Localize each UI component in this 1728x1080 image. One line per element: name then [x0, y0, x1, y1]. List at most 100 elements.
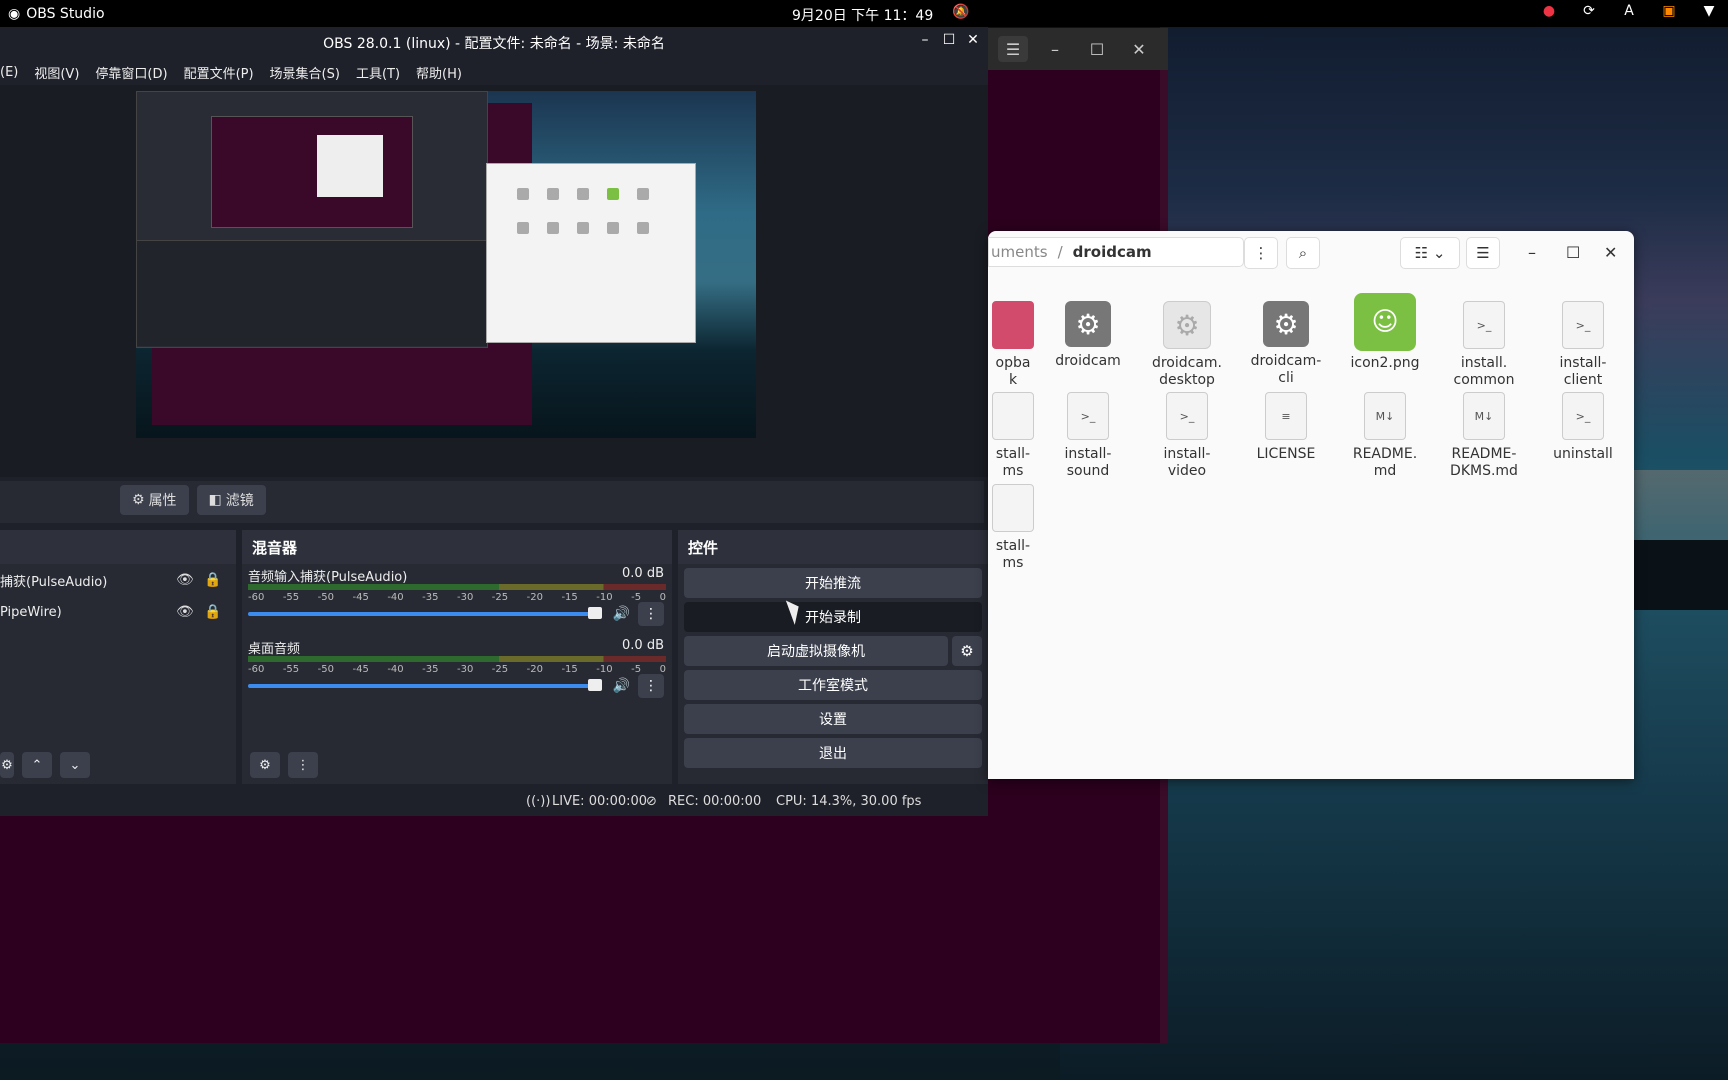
file-item[interactable]: M↓ README. md	[1340, 392, 1430, 480]
markdown-file-icon: M↓	[1463, 392, 1505, 440]
file-item[interactable]: ☺ icon2.png	[1340, 293, 1430, 372]
scene-preview[interactable]	[136, 91, 756, 438]
tick-label: -10	[596, 592, 613, 603]
advanced-audio-gear-icon[interactable]: ⚙	[250, 752, 280, 778]
close-icon[interactable]: ✕	[1124, 36, 1154, 62]
start-recording-button[interactable]: 开始录制	[684, 602, 982, 632]
settings-button[interactable]: 设置	[684, 704, 982, 734]
minimize-icon[interactable]: –	[1528, 243, 1536, 262]
menu-help[interactable]: 帮助(H)	[416, 63, 462, 82]
file-name: droidcam	[1055, 353, 1121, 369]
close-icon[interactable]: ✕	[966, 32, 980, 48]
move-down-icon[interactable]: ⌄	[60, 752, 90, 778]
minimize-icon[interactable]: –	[1040, 36, 1070, 62]
minimize-icon[interactable]: –	[918, 32, 932, 48]
file-item[interactable]: M↓ README- DKMS.md	[1439, 392, 1529, 480]
breadcrumb-parent[interactable]: uments	[991, 243, 1048, 261]
screen-icon[interactable]: ▣	[1660, 3, 1678, 19]
tick-label: -15	[561, 664, 578, 675]
script-file-icon: >_	[1067, 392, 1109, 440]
eye-icon[interactable]: 👁	[176, 572, 194, 588]
studio-mode-button[interactable]: 工作室模式	[684, 670, 982, 700]
file-name: LICENSE	[1256, 446, 1316, 462]
volume-slider[interactable]	[248, 612, 600, 616]
eye-icon[interactable]: 👁	[176, 604, 194, 620]
menu-view[interactable]: 视图(V)	[34, 63, 79, 82]
gear-icon[interactable]: ⚙	[952, 636, 982, 666]
wifi-icon[interactable]: ▼	[1700, 3, 1718, 19]
file-item[interactable]: >_ install- sound	[1043, 392, 1133, 480]
tick-label: -45	[352, 664, 369, 675]
file-item[interactable]: >_ install. common	[1439, 301, 1529, 389]
more-options-icon[interactable]: ⋮	[638, 602, 664, 626]
hamburger-menu-icon[interactable]: ☰	[998, 36, 1028, 62]
file-item[interactable]: stall- ms	[968, 484, 1058, 572]
volume-meter	[248, 584, 666, 590]
sync-icon[interactable]: ⟳	[1580, 3, 1598, 19]
file-item[interactable]: >_ install- video	[1142, 392, 1232, 480]
menu-docks[interactable]: 停靠窗口(D)	[95, 63, 167, 82]
file-name: opba k	[995, 355, 1031, 388]
active-app-menu[interactable]: ◉ OBS Studio	[8, 6, 105, 22]
source-item[interactable]: PipeWire) 👁 🔒	[0, 596, 236, 628]
close-icon[interactable]: ✕	[1604, 243, 1617, 262]
clock[interactable]: 9月20日 下午 11：49	[792, 5, 933, 25]
hamburger-menu-icon[interactable]: ☰	[1466, 237, 1500, 269]
live-icon: ((·))	[526, 794, 551, 809]
search-icon[interactable]: ⌕	[1286, 237, 1320, 269]
virtual-camera-row: 启动虚拟摄像机 ⚙	[684, 636, 982, 666]
file-item[interactable]: >_ uninstall	[1538, 392, 1628, 463]
file-name: install- sound	[1064, 446, 1112, 479]
speaker-icon[interactable]: 🔊	[613, 606, 630, 622]
speaker-icon[interactable]: 🔊	[613, 678, 630, 694]
tick-label: -55	[282, 592, 300, 603]
more-options-icon[interactable]: ⋮	[638, 674, 664, 698]
volume-slider[interactable]	[248, 684, 600, 688]
maximize-icon[interactable]: ☐	[1082, 36, 1112, 62]
maximize-icon[interactable]: ☐	[942, 32, 956, 48]
volume-slider-knob[interactable]	[588, 607, 602, 619]
tick-label: -20	[526, 664, 543, 675]
gear-icon[interactable]: ⚙	[0, 752, 14, 778]
more-options-icon[interactable]: ⋮	[288, 752, 318, 778]
menu-profile[interactable]: 配置文件(P)	[184, 63, 254, 82]
path-menu-icon[interactable]: ⋮	[1244, 237, 1278, 269]
tick-label: -40	[387, 664, 404, 675]
exit-button[interactable]: 退出	[684, 738, 982, 768]
input-method-indicator[interactable]: A	[1620, 3, 1638, 19]
mixer-title: 混音器	[242, 530, 672, 564]
file-item[interactable]: ≡ LICENSE	[1241, 392, 1331, 463]
volume-slider-knob[interactable]	[588, 679, 602, 691]
view-toggle[interactable]: ☷ ⌄	[1400, 237, 1460, 269]
file-item[interactable]: ⚙ droidcam- cli	[1241, 301, 1331, 387]
notification-bell-icon[interactable]: 🔕	[952, 4, 969, 20]
file-item[interactable]: >_ install- client	[1538, 301, 1628, 389]
firefox-icon[interactable]: ●	[1540, 3, 1558, 19]
lock-icon[interactable]: 🔒	[204, 572, 221, 588]
preview-file-icon	[607, 222, 619, 234]
file-item[interactable]: ⚙ droidcam. desktop	[1142, 301, 1232, 389]
move-up-icon[interactable]: ⌃	[22, 752, 52, 778]
breadcrumb-current[interactable]: droidcam	[1073, 243, 1152, 261]
start-virtual-camera-button[interactable]: 启动虚拟摄像机	[684, 636, 948, 666]
file-item[interactable]: ⚙ droidcam	[1043, 301, 1133, 370]
maximize-icon[interactable]: ☐	[1566, 243, 1580, 262]
file-name: install. common	[1453, 355, 1515, 388]
obs-menubar: (E) 视图(V) 停靠窗口(D) 配置文件(P) 场景集合(S) 工具(T) …	[0, 59, 988, 85]
sources-dock: 捕获(PulseAudio) 👁 🔒 PipeWire) 👁 🔒 ⚙ ⌃ ⌄	[0, 530, 236, 784]
tick-label: -40	[387, 592, 404, 603]
filters-button[interactable]: ◧ 滤镜	[196, 485, 266, 515]
rec-icon: ⊘	[646, 794, 657, 809]
start-streaming-button[interactable]: 开始推流	[684, 568, 982, 598]
script-file-icon	[992, 392, 1034, 440]
list-view-icon: ☷	[1414, 244, 1429, 262]
lock-icon[interactable]: 🔒	[204, 604, 221, 620]
properties-button[interactable]: ⚙ 属性	[120, 485, 189, 515]
breadcrumb: uments / droidcam	[988, 237, 1244, 267]
source-item[interactable]: 捕获(PulseAudio) 👁 🔒	[0, 564, 236, 596]
obs-window: OBS 28.0.1 (linux) - 配置文件: 未命名 - 场景: 未命名…	[0, 27, 988, 816]
menu-scene-collection[interactable]: 场景集合(S)	[270, 63, 340, 82]
menu-edit[interactable]: (E)	[0, 65, 18, 80]
script-file-icon	[992, 484, 1034, 532]
menu-tools[interactable]: 工具(T)	[356, 63, 400, 82]
